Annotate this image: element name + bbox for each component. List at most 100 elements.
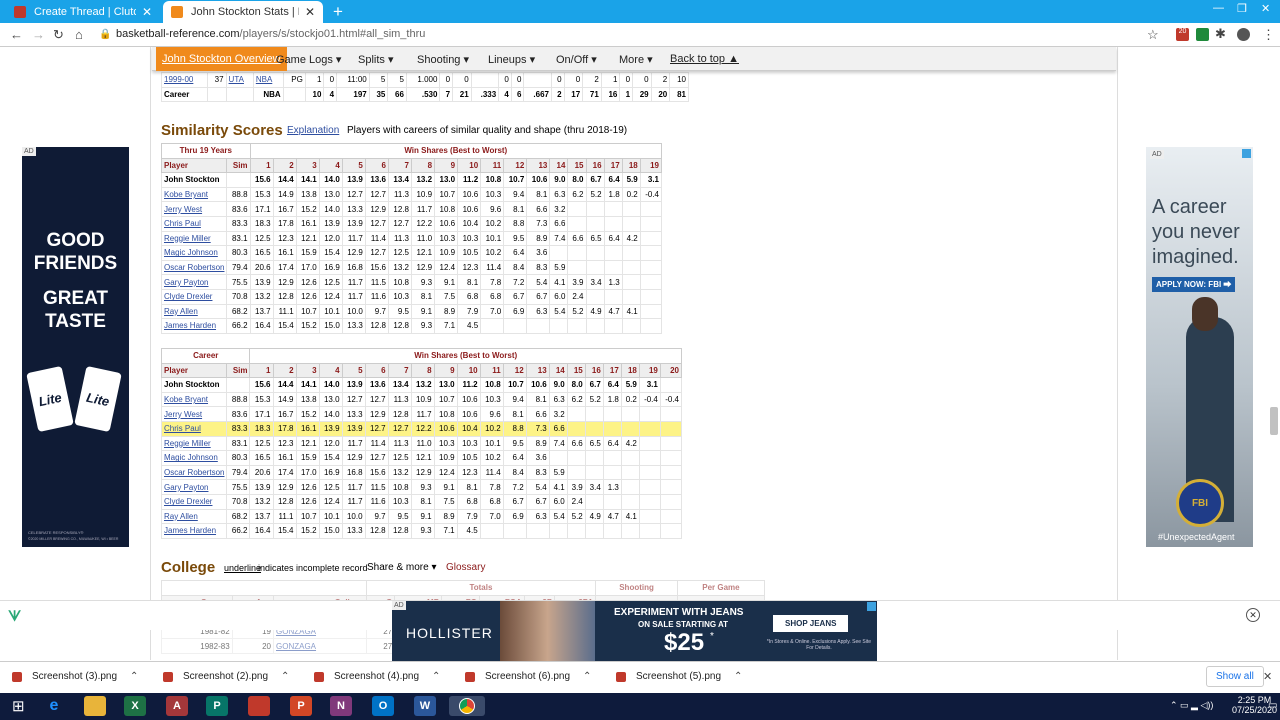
- publisher-icon[interactable]: P: [206, 696, 228, 716]
- back-to-top-link[interactable]: Back to top ▲: [670, 53, 739, 65]
- column-header[interactable]: 13: [526, 157, 551, 174]
- chevron-up-icon[interactable]: ⌃: [130, 671, 138, 682]
- player-link[interactable]: Oscar Robertson: [160, 259, 228, 276]
- close-icon[interactable]: ✕: [142, 5, 152, 19]
- stat-cell[interactable]: GONZAGA: [273, 638, 367, 654]
- share-more-menu[interactable]: Share & more ▾: [367, 562, 437, 573]
- player-link[interactable]: Gary Payton: [160, 274, 228, 290]
- column-header[interactable]: 11: [479, 362, 504, 379]
- column-header[interactable]: 18: [621, 157, 641, 174]
- column-header[interactable]: 2: [272, 157, 297, 174]
- column-header[interactable]: 6: [364, 362, 389, 379]
- player-link[interactable]: Ray Allen: [160, 508, 228, 525]
- tab-basketball-reference[interactable]: John Stockton Stats | Basketball-Re... ✕: [163, 1, 323, 23]
- maximize-icon[interactable]: ❐: [1237, 2, 1247, 15]
- column-header[interactable]: 7: [387, 157, 412, 174]
- extension-badge-icon[interactable]: 20: [1176, 28, 1189, 41]
- right-ad-fbi[interactable]: AD A career you never imagined. APPLY NO…: [1146, 147, 1253, 547]
- column-header[interactable]: 14: [548, 362, 568, 379]
- more-menu[interactable]: More ▾: [619, 53, 653, 66]
- notifications-icon[interactable]: ▭: [1268, 700, 1277, 711]
- player-link[interactable]: Oscar Robertson: [160, 464, 228, 481]
- column-header[interactable]: 12: [503, 157, 528, 174]
- column-header[interactable]: 3: [295, 362, 320, 379]
- glossary-link[interactable]: Glossary: [446, 562, 485, 573]
- left-ad-lite[interactable]: AD GOOD FRIENDS GREAT TASTE Lite Lite CE…: [22, 147, 129, 547]
- column-header[interactable]: 1: [249, 157, 274, 174]
- tab-clutchfans[interactable]: Create Thread | ClutchFans ✕: [6, 1, 160, 23]
- powerpoint-icon[interactable]: P: [290, 696, 312, 716]
- column-header[interactable]: 8: [410, 157, 436, 174]
- column-header[interactable]: 6: [364, 157, 389, 174]
- app-icon[interactable]: [248, 696, 270, 716]
- game-logs-menu[interactable]: Game Logs ▾: [276, 53, 341, 66]
- tray-icons[interactable]: ⌃ ▭ ▂ ◁)): [1170, 700, 1213, 711]
- new-tab-icon[interactable]: +: [333, 2, 343, 22]
- download-item[interactable]: Screenshot (5).png ⌃: [616, 671, 742, 682]
- column-header[interactable]: 14: [549, 157, 569, 174]
- shop-jeans-button[interactable]: SHOP JEANS: [773, 615, 849, 632]
- adchoices-icon[interactable]: [867, 602, 876, 611]
- onenote-icon[interactable]: N: [330, 696, 352, 716]
- hollister-ad[interactable]: AD HOLLISTER EXPERIMENT WITH JEANS ON SA…: [392, 601, 877, 661]
- column-header[interactable]: 12: [502, 362, 527, 379]
- overview-link[interactable]: John Stockton Overview: [156, 47, 287, 71]
- windows-start-icon[interactable]: ⊞: [12, 697, 25, 715]
- stat-cell[interactable]: 1999-00: [161, 72, 208, 88]
- reload-icon[interactable]: ↻: [53, 27, 64, 43]
- lineups-menu[interactable]: Lineups ▾: [488, 53, 535, 66]
- excel-icon[interactable]: X: [124, 696, 146, 716]
- column-header[interactable]: 19: [638, 362, 661, 379]
- profile-avatar[interactable]: [1237, 28, 1250, 41]
- column-header[interactable]: 11: [480, 157, 505, 174]
- column-header[interactable]: 17: [603, 157, 623, 174]
- column-header[interactable]: 8: [410, 362, 435, 379]
- player-link[interactable]: Reggie Miller: [160, 230, 228, 247]
- star-icon[interactable]: ☆: [1147, 27, 1159, 43]
- column-header[interactable]: 16: [584, 362, 604, 379]
- column-header[interactable]: Sim: [226, 157, 251, 174]
- home-icon[interactable]: ⌂: [75, 27, 83, 42]
- chevron-up-icon[interactable]: ⌃: [583, 671, 591, 682]
- column-header[interactable]: 7: [387, 362, 412, 379]
- column-header[interactable]: 17: [602, 362, 622, 379]
- column-header[interactable]: 5: [341, 157, 366, 174]
- column-header[interactable]: 16: [585, 157, 605, 174]
- minimize-icon[interactable]: —: [1213, 2, 1224, 14]
- player-link[interactable]: Ray Allen: [160, 303, 228, 320]
- player-link[interactable]: Clyde Drexler: [160, 288, 228, 305]
- column-header[interactable]: 1: [249, 362, 274, 379]
- player-link[interactable]: Clyde Drexler: [160, 493, 228, 510]
- column-header[interactable]: 3: [295, 157, 320, 174]
- close-shelf-icon[interactable]: ✕: [1263, 670, 1272, 683]
- chrome-icon[interactable]: [449, 696, 485, 716]
- column-header[interactable]: 5: [341, 362, 366, 379]
- access-icon[interactable]: A: [166, 696, 188, 716]
- on-off-menu[interactable]: On/Off ▾: [556, 53, 597, 66]
- column-header[interactable]: 9: [434, 157, 459, 174]
- column-header[interactable]: 19: [639, 157, 663, 174]
- menu-kebab-icon[interactable]: ⋮: [1262, 27, 1275, 43]
- player-link[interactable]: Gary Payton: [160, 479, 228, 495]
- extensions-puzzle-icon[interactable]: ✱: [1215, 26, 1226, 42]
- column-header[interactable]: 20: [659, 362, 683, 379]
- show-all-button[interactable]: Show all: [1206, 666, 1264, 687]
- download-item[interactable]: Screenshot (2).png ⌃: [163, 671, 289, 682]
- stat-cell[interactable]: UTA: [225, 72, 254, 88]
- adchoices-icon[interactable]: [1242, 149, 1251, 158]
- close-icon[interactable]: ✕: [305, 5, 315, 19]
- column-header[interactable]: 18: [620, 362, 640, 379]
- chevron-up-icon[interactable]: ⌃: [432, 671, 440, 682]
- chevron-up-icon[interactable]: ⌃: [734, 671, 742, 682]
- player-link[interactable]: James Harden: [160, 318, 228, 334]
- file-explorer-icon[interactable]: [84, 696, 106, 716]
- player-link[interactable]: Magic Johnson: [160, 450, 228, 466]
- outlook-icon[interactable]: O: [372, 696, 394, 716]
- shooting-menu[interactable]: Shooting ▾: [417, 53, 469, 66]
- column-header[interactable]: 15: [567, 157, 587, 174]
- url-field[interactable]: basketball-reference.com/players/s/stock…: [116, 28, 425, 40]
- window-close-icon[interactable]: ✕: [1261, 2, 1270, 15]
- column-header[interactable]: 4: [318, 362, 343, 379]
- download-item[interactable]: Screenshot (6).png ⌃: [465, 671, 591, 682]
- column-header[interactable]: 13: [525, 362, 550, 379]
